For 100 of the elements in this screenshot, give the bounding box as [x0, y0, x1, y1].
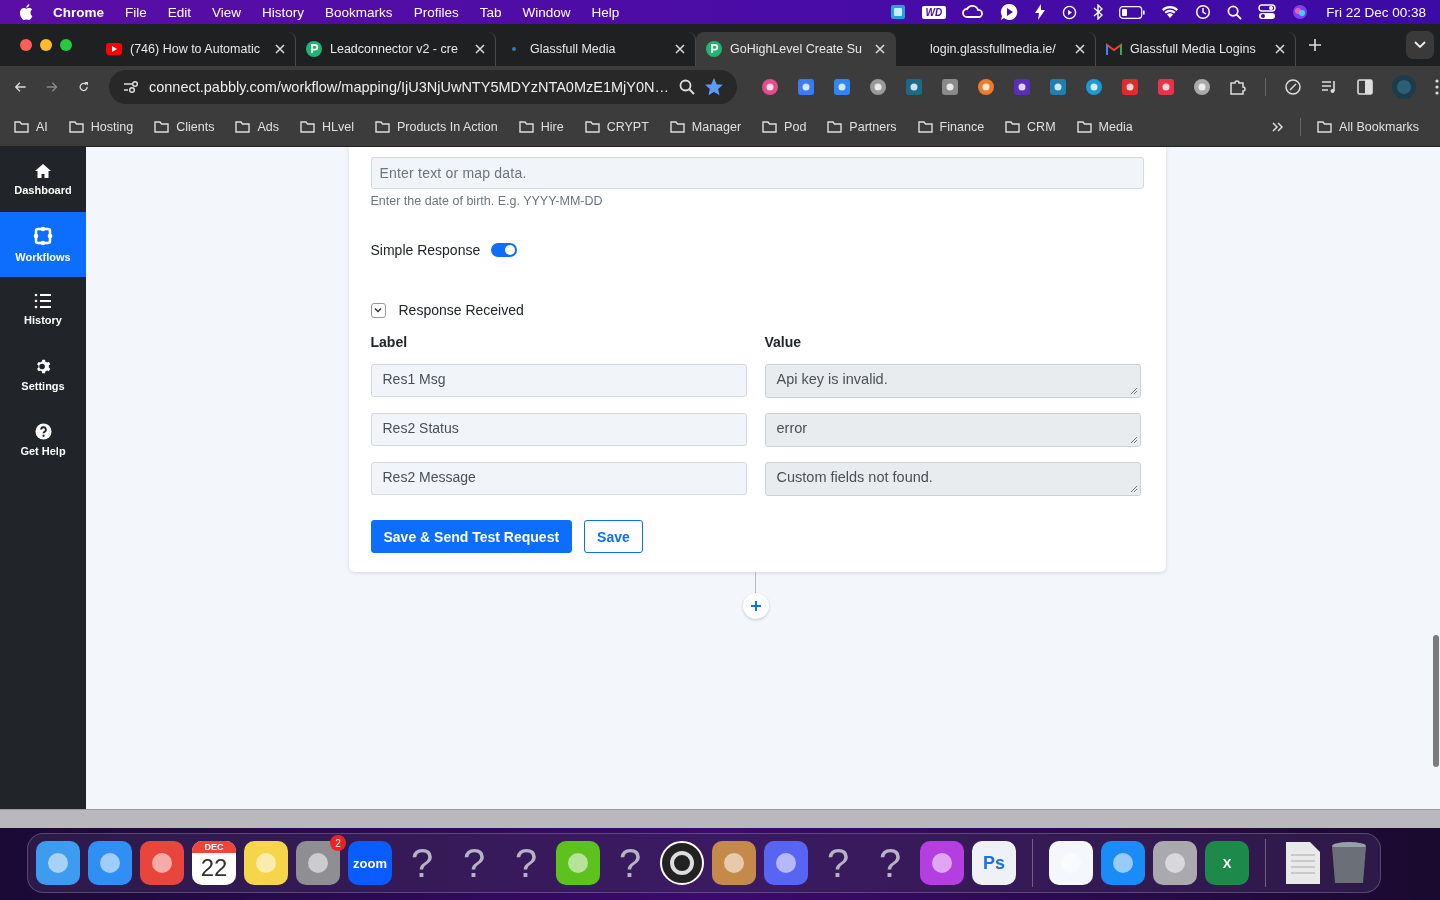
back-icon[interactable] — [15, 80, 27, 94]
cloud-icon[interactable] — [962, 4, 985, 20]
app-icon[interactable] — [1049, 841, 1093, 885]
value-field[interactable]: Api key is invalid. — [764, 364, 1141, 398]
missing-app-icon[interactable]: ? — [400, 840, 444, 886]
apple-logo-icon[interactable] — [19, 4, 33, 20]
app-icon[interactable] — [244, 841, 288, 885]
app-icon[interactable] — [88, 841, 132, 885]
bookmark-folder[interactable]: Products In Action — [374, 120, 498, 134]
search-icon[interactable] — [1227, 4, 1243, 20]
star-icon[interactable] — [705, 78, 723, 96]
new-tab-icon[interactable] — [1308, 38, 1322, 52]
trash-icon[interactable] — [1330, 841, 1368, 885]
close-icon[interactable] — [1075, 44, 1085, 54]
extension-icon[interactable] — [797, 78, 815, 96]
app-icon[interactable] — [660, 841, 704, 885]
resize-grip-icon[interactable] — [1129, 485, 1138, 493]
bolt-icon[interactable] — [1034, 4, 1047, 20]
site-settings-icon[interactable] — [123, 80, 139, 94]
menu-item[interactable]: File — [125, 4, 147, 20]
forward-icon[interactable] — [46, 80, 58, 94]
address-bar[interactable]: connect.pabbly.com/workflow/mapping/IjU3NjUwNTY5MDYzNTA0MzE1MjY0N… — [109, 70, 737, 104]
app-icon[interactable] — [764, 841, 808, 885]
save-button[interactable]: Save — [584, 520, 643, 553]
app-icon[interactable] — [296, 841, 340, 885]
extension-icon[interactable] — [869, 78, 887, 96]
bookmark-folder[interactable]: Hosting — [68, 120, 134, 134]
bookmark-folder[interactable]: CRYPT — [584, 120, 649, 134]
close-icon[interactable] — [275, 44, 285, 54]
wifi-icon[interactable] — [1161, 5, 1180, 19]
collapse-toggle[interactable] — [370, 302, 386, 318]
bookmark-folder[interactable]: Clients — [154, 120, 215, 134]
app-icon[interactable] — [712, 841, 756, 885]
menu-item[interactable]: Help — [591, 4, 620, 20]
close-window-icon[interactable] — [20, 39, 32, 51]
zoom-icon[interactable] — [679, 79, 695, 95]
menu-item[interactable]: Window — [522, 4, 571, 20]
sidebar-item[interactable]: Get Help — [0, 407, 86, 472]
add-step-button[interactable] — [742, 593, 769, 619]
resize-grip-icon[interactable] — [1129, 436, 1138, 444]
label-field[interactable]: Res2 Status — [370, 413, 747, 446]
extension-icon[interactable] — [1193, 78, 1211, 96]
menu-item[interactable]: Tab — [479, 4, 502, 20]
browser-tab[interactable]: GoHighLevel Create Su — [696, 32, 896, 66]
app-icon[interactable] — [556, 841, 600, 885]
app-icon[interactable] — [1153, 841, 1197, 885]
bookmark-folder[interactable]: Finance — [917, 120, 985, 134]
drive-icon[interactable]: WD — [921, 5, 947, 19]
missing-app-icon[interactable]: ? — [608, 840, 652, 886]
bookmark-folder[interactable]: HLvel — [299, 120, 354, 134]
menu-item[interactable]: Bookmarks — [325, 4, 393, 20]
app-icon[interactable] — [889, 4, 906, 20]
sidebar-item[interactable]: Workflows — [0, 212, 86, 277]
bookmark-folder[interactable]: Media — [1076, 120, 1133, 134]
chat-bubble-icon[interactable] — [1000, 3, 1019, 21]
bookmark-folder[interactable]: AI — [14, 120, 48, 134]
scrollbar-thumb[interactable] — [1433, 635, 1439, 767]
extension-icon[interactable] — [977, 78, 995, 96]
bookmark-folder[interactable]: Partners — [827, 120, 897, 134]
clock-text[interactable]: Fri 22 Dec 00:38 — [1326, 4, 1426, 20]
control-center-icon[interactable] — [1258, 4, 1277, 20]
input-field[interactable]: Enter text or map data. — [370, 157, 1144, 189]
bluetooth-icon[interactable] — [1093, 4, 1104, 20]
chevrons-icon[interactable] — [1272, 122, 1285, 132]
app-icon[interactable]: Ps — [972, 841, 1016, 885]
label-field[interactable]: Res2 Message — [370, 462, 747, 495]
sidebar-item[interactable]: Settings — [0, 342, 86, 407]
sidebar-item[interactable]: Dashboard — [0, 147, 86, 212]
side-panel-icon[interactable] — [1356, 78, 1374, 96]
app-icon[interactable]: zoom — [348, 841, 392, 885]
app-icon[interactable] — [36, 841, 80, 885]
app-icon[interactable]: X — [1205, 841, 1249, 885]
tab-search-button[interactable] — [1406, 31, 1434, 59]
app-icon[interactable] — [140, 841, 184, 885]
puzzle-icon[interactable] — [1229, 78, 1247, 96]
app-icon[interactable] — [920, 841, 964, 885]
missing-app-icon[interactable]: ? — [868, 840, 912, 886]
bookmark-folder[interactable]: Manager — [669, 120, 742, 134]
extension-icon[interactable] — [1157, 78, 1175, 96]
missing-app-icon[interactable]: ? — [452, 840, 496, 886]
missing-app-icon[interactable]: ? — [504, 840, 548, 886]
resize-grip-icon[interactable] — [1129, 387, 1138, 395]
menu-icon[interactable] — [1434, 79, 1440, 95]
menu-item[interactable]: History — [262, 4, 305, 20]
extension-icon[interactable] — [1121, 78, 1139, 96]
zoom-window-icon[interactable] — [60, 39, 72, 51]
clock-icon[interactable] — [1195, 4, 1212, 20]
calendar-app-icon[interactable]: DEC 22 — [192, 841, 236, 885]
toggle-switch[interactable] — [491, 243, 518, 257]
extension-icon[interactable] — [761, 78, 779, 96]
value-field[interactable]: Custom fields not found. — [764, 462, 1141, 496]
extension-icon[interactable] — [1013, 78, 1031, 96]
extension-icon[interactable] — [833, 78, 851, 96]
menu-item[interactable]: View — [212, 4, 242, 20]
bookmark-folder[interactable]: Pod — [762, 120, 807, 134]
media-icon[interactable] — [1320, 78, 1338, 96]
missing-app-icon[interactable]: ? — [816, 840, 860, 886]
siri-icon[interactable] — [1292, 4, 1309, 20]
app-icon[interactable] — [1101, 841, 1145, 885]
menu-item[interactable]: Profiles — [413, 4, 459, 20]
